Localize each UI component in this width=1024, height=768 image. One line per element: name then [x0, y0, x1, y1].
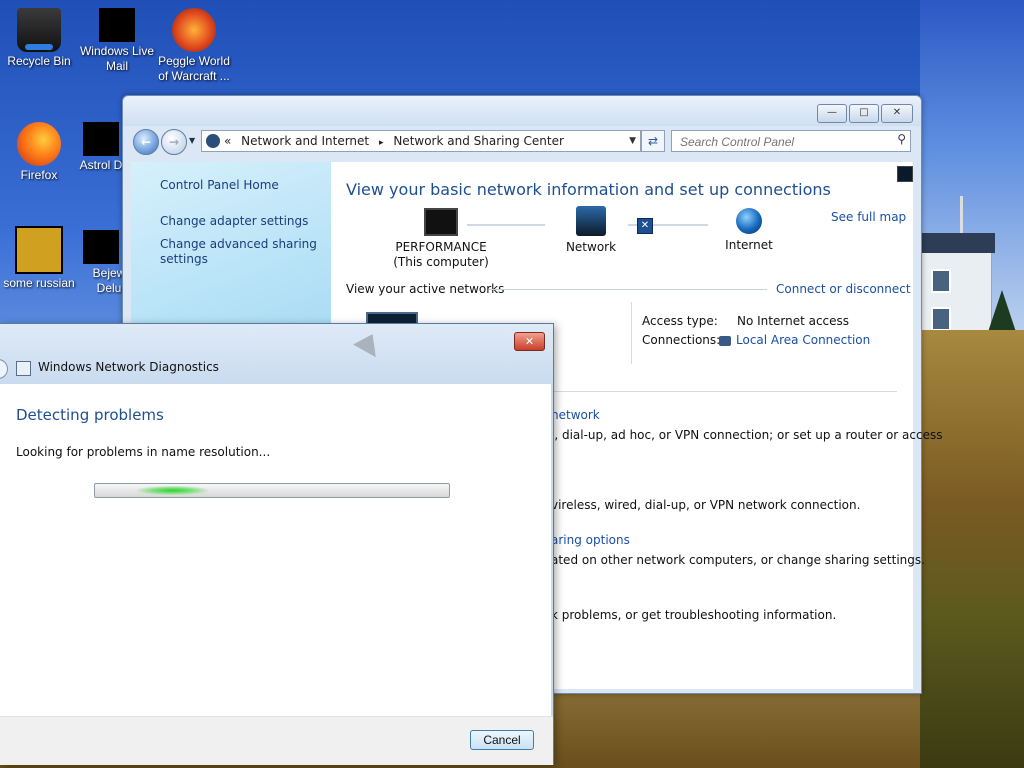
- dialog-status-text: Looking for problems in name resolution.…: [16, 445, 271, 459]
- computer-sub: (This computer): [393, 255, 489, 269]
- progress-glow: [137, 486, 209, 495]
- connections-label: Connections:: [642, 333, 721, 347]
- recent-pages-button[interactable]: ▼: [189, 136, 195, 145]
- access-type-value: No Internet access: [737, 314, 850, 328]
- access-type-label: Access type:: [642, 314, 718, 328]
- window-caption: — □ ✕: [123, 96, 921, 126]
- windows-live-mail-icon: [99, 8, 135, 42]
- desktop-wallpaper: [917, 0, 1024, 768]
- breadcrumb-overflow[interactable]: «: [224, 134, 231, 148]
- task-link-network[interactable]: network: [551, 408, 600, 422]
- task-link-sharing-options[interactable]: aring options: [551, 533, 630, 547]
- map-node-internet[interactable]: Internet: [709, 208, 789, 253]
- page-title: View your basic network information and …: [346, 180, 831, 199]
- section-divider: [489, 289, 767, 290]
- dialog-title-bar: ✕ Windows Network Diagnostics: [0, 324, 553, 384]
- task-description: vireless, wired, dial-up, or VPN network…: [551, 498, 861, 512]
- no-connection-icon: ✕: [637, 218, 653, 234]
- desktop-icon-bejeweled[interactable]: Bejew Delu: [79, 230, 123, 296]
- search-box[interactable]: ⚲: [671, 130, 911, 152]
- address-bar[interactable]: « Network and Internet ▸ Network and Sha…: [201, 130, 641, 152]
- chevron-right-icon[interactable]: ▸: [379, 138, 384, 148]
- desktop-icon-label: Recycle Bin: [7, 54, 71, 68]
- network-icon: [576, 206, 606, 236]
- control-panel-icon: [206, 134, 220, 148]
- peggle-icon: [172, 8, 216, 52]
- navigation-toolbar: ← → ▼ « Network and Internet ▸ Network a…: [123, 126, 921, 158]
- back-button[interactable]: ←: [133, 129, 159, 155]
- cursor-icon: [353, 334, 383, 364]
- change-adapter-settings-link[interactable]: Change adapter settings: [160, 214, 320, 229]
- dialog-close-button[interactable]: ✕: [514, 332, 545, 351]
- vertical-divider: [631, 302, 632, 364]
- diagnostics-icon: [16, 361, 31, 376]
- change-advanced-sharing-link[interactable]: Change advanced sharing settings: [160, 237, 320, 267]
- desktop-icon-peggle[interactable]: Peggle World of Warcraft ...: [156, 8, 232, 84]
- local-area-connection-link[interactable]: Local Area Connection: [736, 333, 870, 347]
- computer-icon: [424, 208, 458, 236]
- desktop-icon-label: Firefox: [20, 168, 58, 182]
- task-description: ated on other network computers, or chan…: [551, 553, 925, 567]
- cancel-button[interactable]: Cancel: [470, 730, 534, 750]
- map-node-network[interactable]: Network: [541, 206, 641, 255]
- see-full-map-link[interactable]: See full map: [831, 210, 906, 224]
- local-area-connection-icon: [719, 335, 731, 346]
- globe-icon: [736, 208, 762, 234]
- progress-bar: [94, 483, 450, 498]
- breadcrumb-network-and-internet[interactable]: Network and Internet: [241, 134, 369, 148]
- recycle-bin-icon: [17, 8, 61, 52]
- internet-name: Internet: [725, 238, 773, 252]
- minimize-button[interactable]: —: [817, 104, 847, 123]
- desktop-icon-firefox[interactable]: Firefox: [1, 122, 77, 183]
- computer-name: PERFORMANCE: [395, 240, 487, 254]
- firefox-icon: [17, 122, 61, 166]
- network-name: Network: [565, 240, 617, 254]
- dialog-back-button[interactable]: [0, 359, 8, 379]
- search-input[interactable]: [678, 132, 882, 151]
- refresh-button[interactable]: ⇄: [641, 130, 665, 152]
- connections-value[interactable]: Local Area Connection: [719, 333, 870, 347]
- search-icon[interactable]: ⚲: [897, 132, 906, 146]
- connect-or-disconnect-link[interactable]: Connect or disconnect: [776, 282, 911, 296]
- astrol-icon: [83, 122, 119, 156]
- help-icon[interactable]: [897, 166, 913, 182]
- bejeweled-icon: [83, 230, 119, 264]
- breadcrumb: « Network and Internet ▸ Network and Sha…: [224, 131, 570, 153]
- map-node-computer[interactable]: PERFORMANCE (This computer): [361, 208, 521, 270]
- desktop-icon-astrol[interactable]: Astrol Delu: [79, 122, 123, 173]
- forward-button[interactable]: →: [161, 129, 187, 155]
- desktop-icon-recycle-bin[interactable]: Recycle Bin: [1, 8, 77, 69]
- wallpaper-field: [920, 330, 1024, 768]
- dialog-body: Detecting problems Looking for problems …: [0, 384, 551, 716]
- desktop-icon-windows-live-mail[interactable]: Windows Live Mail: [79, 8, 155, 74]
- task-description: k problems, or get troubleshooting infor…: [551, 608, 837, 622]
- dialog-heading: Detecting problems: [16, 406, 164, 424]
- chevron-down-icon[interactable]: ▼: [629, 131, 636, 151]
- desktop-icon-label: some russian: [3, 276, 75, 290]
- dialog-title: Windows Network Diagnostics: [38, 360, 219, 374]
- ie-icon: [15, 226, 63, 274]
- desktop-icon-label: Astrol Delu: [79, 158, 123, 172]
- network-diagnostics-dialog: ✕ Windows Network Diagnostics Detecting …: [0, 323, 554, 765]
- close-button[interactable]: ✕: [881, 104, 913, 123]
- breadcrumb-network-sharing-center[interactable]: Network and Sharing Center: [393, 134, 564, 148]
- desktop-icon-some-russian[interactable]: some russian: [1, 226, 77, 291]
- task-description: l, dial-up, ad hoc, or VPN connection; o…: [551, 428, 943, 442]
- map-link-line: [467, 224, 545, 226]
- control-panel-home-link[interactable]: Control Panel Home: [160, 178, 320, 193]
- desktop-icon-label: Peggle World of Warcraft ...: [158, 54, 230, 83]
- desktop-icon-label: Windows Live Mail: [79, 44, 155, 73]
- active-networks-title: View your active networks: [346, 282, 505, 296]
- maximize-button[interactable]: □: [849, 104, 879, 123]
- desktop-icon-label: Bejew Delu: [92, 266, 123, 295]
- dialog-footer: Cancel: [0, 716, 553, 765]
